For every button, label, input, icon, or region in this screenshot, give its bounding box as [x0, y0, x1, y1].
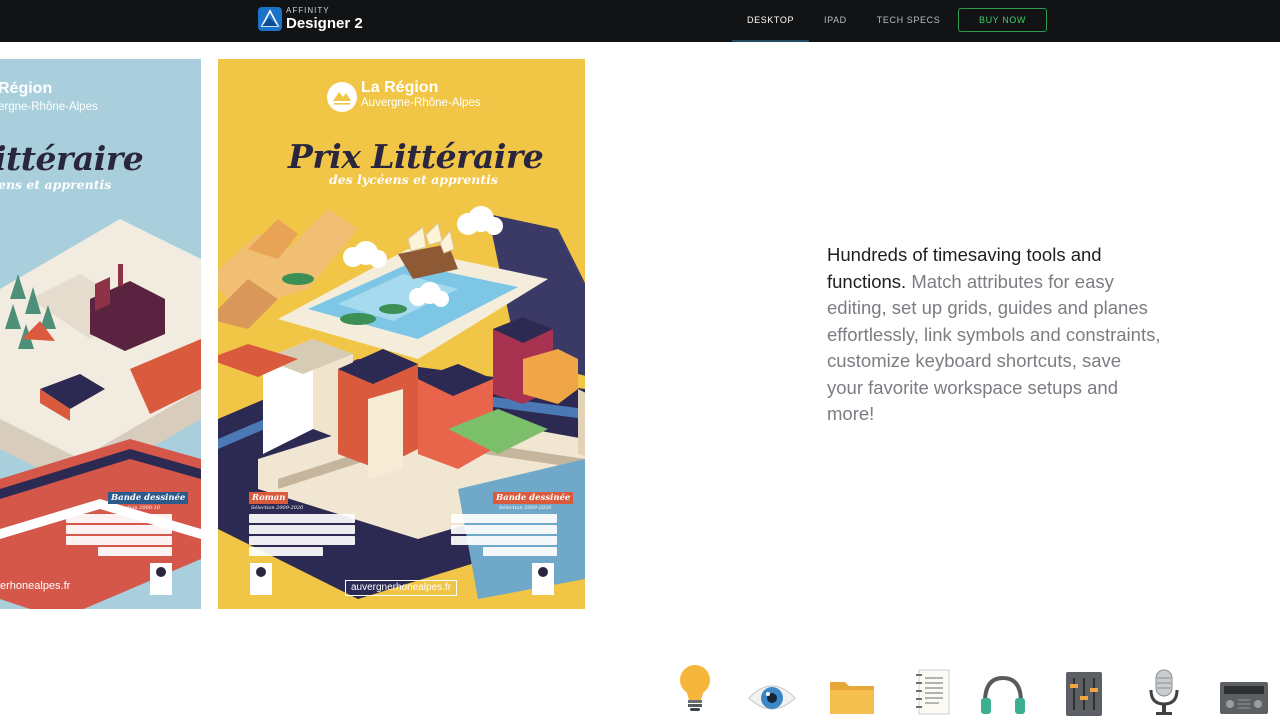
- folder-icon: [824, 664, 880, 720]
- poster-right-title: Prix Littéraire: [288, 137, 544, 176]
- poster-left-image: Région ergne-Rhône-Alpes ittéraire ens e…: [0, 59, 201, 609]
- mixer-icon: [1056, 664, 1112, 720]
- poster-left-region-sub: ergne-Rhône-Alpes: [0, 101, 98, 113]
- brand-logo-link[interactable]: AFFINITY Designer 2: [258, 7, 363, 31]
- poster-left-title: ittéraire: [0, 139, 144, 178]
- poster-right-tag-roman-sub: Sélection 2009-2020: [251, 505, 304, 511]
- poster-right-roman-list: [249, 514, 355, 558]
- poster-right-bd-list: [451, 514, 557, 558]
- notepad-icon: [905, 664, 961, 720]
- nav-link-ipad[interactable]: IPAD: [809, 0, 862, 42]
- poster-right-region-name: La Région: [361, 79, 439, 96]
- poster-right-image: La Région Auvergne-Rhône-Alpes Prix Litt…: [218, 59, 585, 609]
- poster-left-badge: [150, 563, 172, 595]
- poster-left-subtitle: ens et apprentis: [0, 177, 112, 192]
- region-logo-icon: [327, 82, 357, 112]
- poster-left-region-name: Région: [0, 80, 53, 97]
- microphone-icon: [1136, 664, 1192, 720]
- eye-icon: [744, 664, 800, 720]
- buy-now-button[interactable]: BUY NOW: [958, 8, 1047, 32]
- nav-link-tech-specs[interactable]: TECH SPECS: [862, 0, 956, 42]
- nav-links: DESKTOP IPAD TECH SPECS: [732, 0, 955, 42]
- poster-right-tag-bd-sub: Sélection 2009-2020: [499, 505, 552, 511]
- poster-right-tag-roman: Roman: [249, 492, 289, 504]
- lightbulb-icon: [667, 664, 723, 720]
- poster-right-url: auvergnerhonealpes.fr: [345, 580, 457, 596]
- brand-name: Designer 2: [286, 15, 363, 32]
- poster-right-tag-bd: Bande dessinée: [493, 492, 574, 504]
- poster-right-region-sub: Auvergne-Rhône-Alpes: [361, 97, 481, 109]
- poster-left-tag: Bande dessinée: [108, 492, 189, 504]
- poster-left-url: erhonealpes.fr: [0, 580, 71, 592]
- feature-description: Hundreds of timesaving tools and functio…: [827, 242, 1162, 428]
- nav-link-desktop[interactable]: DESKTOP: [732, 0, 810, 42]
- poster-left-booklist: [66, 514, 172, 558]
- brand-small-text: AFFINITY: [286, 6, 330, 15]
- radio-icon: [1216, 664, 1272, 720]
- feature-body: Match attributes for easy editing, set u…: [827, 270, 1161, 425]
- poster-left-tag-sub: Sélection 2000-10: [114, 505, 160, 511]
- poster-right-subtitle: des lycéens et apprentis: [329, 172, 498, 187]
- poster-right-badge-right: [532, 563, 554, 595]
- headphones-icon: [975, 664, 1031, 720]
- top-nav: AFFINITY Designer 2 DESKTOP IPAD TECH SP…: [0, 0, 1280, 42]
- poster-right-badge-left: [250, 563, 272, 595]
- affinity-designer-logo-icon: [258, 7, 282, 31]
